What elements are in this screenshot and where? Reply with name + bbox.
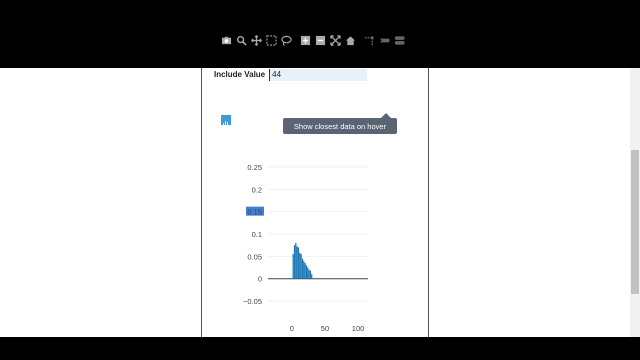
y-tick-label: −0.05 <box>243 297 262 306</box>
x-tick-label: 100 <box>352 324 365 333</box>
x-tick-label: 50 <box>321 324 329 333</box>
zoom-icon[interactable] <box>235 34 247 46</box>
histogram-bar[interactable] <box>305 265 308 279</box>
autoscale-icon[interactable] <box>329 34 341 46</box>
histogram-bar[interactable] <box>295 242 297 279</box>
home-icon[interactable] <box>344 34 356 46</box>
include-value-input[interactable] <box>269 68 368 81</box>
include-value-label: Include Value <box>214 70 266 79</box>
x-tick-label: 0 <box>290 324 294 333</box>
histogram-bar[interactable] <box>307 267 309 279</box>
histogram-bar[interactable] <box>300 254 302 279</box>
pan-icon[interactable] <box>250 34 262 46</box>
histogram-bar[interactable] <box>297 247 300 279</box>
plotly-logo-icon[interactable] <box>221 115 231 126</box>
y-tick-label: 0.2 <box>252 185 262 194</box>
y-tick-label: 0.15 <box>247 208 262 217</box>
histogram-bar[interactable] <box>292 254 294 279</box>
histogram-bar[interactable] <box>299 252 301 279</box>
left-column-border <box>201 68 202 337</box>
histogram-bar[interactable] <box>308 269 310 279</box>
hover-compare-icon[interactable] <box>393 34 405 46</box>
plot-modebar <box>220 33 408 47</box>
zoom-out-icon[interactable] <box>314 34 326 46</box>
histogram-bar[interactable] <box>304 263 306 279</box>
histogram-bar[interactable] <box>311 274 313 279</box>
spike-lines-icon[interactable] <box>363 34 375 46</box>
y-tick-label: 0.25 <box>247 163 262 172</box>
y-tick-label: 0.05 <box>247 252 262 261</box>
scrollbar-thumb[interactable] <box>631 150 639 294</box>
histogram-bar[interactable] <box>303 260 305 279</box>
zoom-in-icon[interactable] <box>299 34 311 46</box>
include-value-row: Include Value <box>214 68 368 81</box>
box-select-icon[interactable] <box>265 34 277 46</box>
modebar-tooltip: Show closest data on hover <box>283 118 397 134</box>
y-tick-label: 0.1 <box>252 230 262 239</box>
hover-closest-icon[interactable] <box>378 34 390 46</box>
y-tick-label: 0 <box>258 275 262 284</box>
histogram-chart[interactable]: 0.25 0.2 0.15 0.1 0.05 0 −0.05 0 50 100 <box>238 158 378 338</box>
histogram-bar[interactable] <box>296 246 298 279</box>
lasso-icon[interactable] <box>280 34 292 46</box>
camera-icon[interactable] <box>220 34 232 46</box>
histogram-bar[interactable] <box>301 258 304 279</box>
right-column-border <box>428 68 429 337</box>
histogram-bar[interactable] <box>309 270 312 279</box>
histogram-bar[interactable] <box>293 245 296 279</box>
